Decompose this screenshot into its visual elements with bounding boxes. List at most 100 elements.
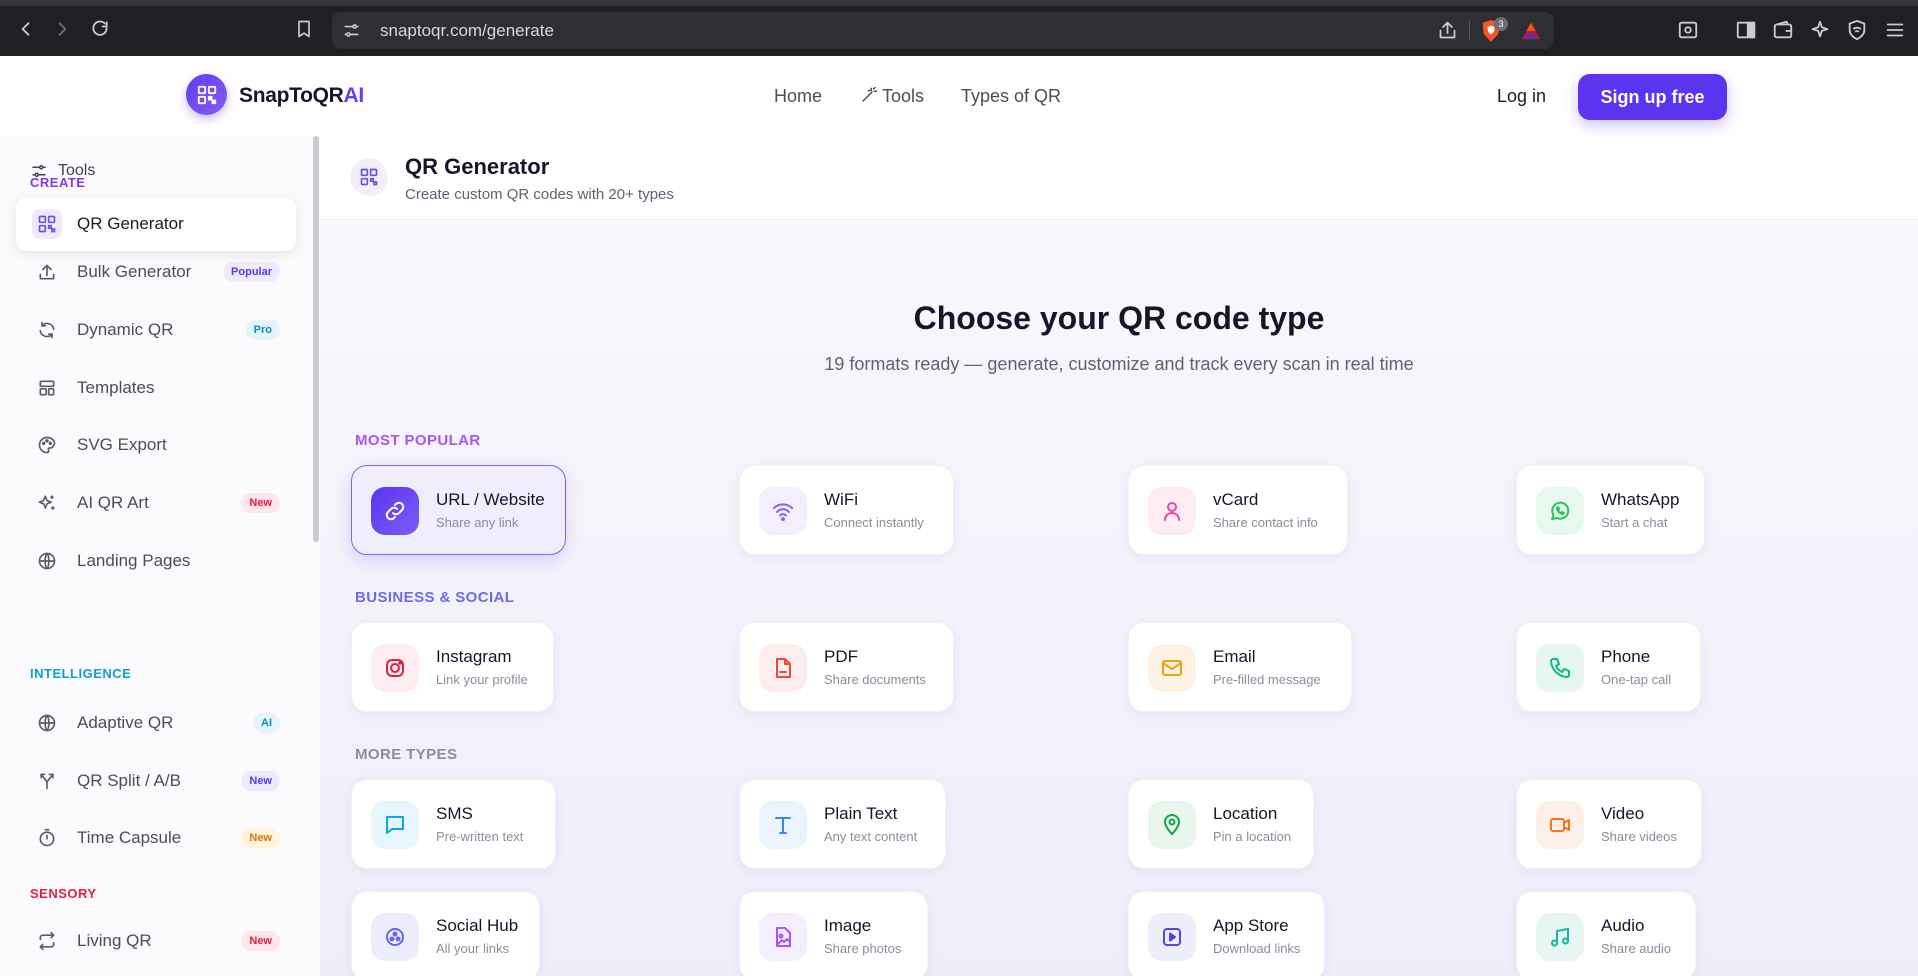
type-card-vcard[interactable]: vCard Share contact info [1128,465,1348,555]
sidebar-item-time-capsule[interactable]: Time Capsule New [16,811,296,865]
type-card-whatsapp[interactable]: WhatsApp Start a chat [1516,465,1705,555]
card-subtitle: Start a chat [1601,515,1668,530]
card-title: Location [1213,804,1278,823]
reload-button[interactable] [88,17,112,41]
card-title: App Store [1213,916,1289,935]
page-subtitle: Create custom QR codes with 20+ types [405,186,674,203]
hero-subtitle: 19 formats ready — generate, customize a… [824,354,1414,374]
refresh-icon [32,315,62,345]
type-card-email[interactable]: Email Pre-filled message [1128,622,1352,712]
vpn-icon[interactable] [1846,19,1868,41]
whatsapp-icon [1536,487,1584,535]
sidebar-item-bulk-generator[interactable]: Bulk Generator Popular [16,245,296,299]
card-title: Video [1601,804,1645,823]
sidebar-item-dynamic-qr[interactable]: Dynamic QR Pro [16,303,296,357]
sidebar: Tools CREATE QR Generator Bulk Generator… [0,136,320,976]
nav-tools-link[interactable]: Tools [860,86,924,107]
sidebar-item-label: QR Split / A/B [77,771,181,790]
pro-badge: Pro [245,320,280,340]
type-card-url[interactable]: URL / Website Share any link [351,465,566,555]
card-title: WiFi [824,490,858,509]
sidebar-item-living-qr[interactable]: Living QR New [16,914,296,968]
card-subtitle: Download links [1213,941,1301,956]
split-icon [32,766,62,796]
card-subtitle: All your links [436,941,509,956]
section-intelligence: INTELLIGENCE [30,666,132,681]
brand-suffix: AI [343,84,365,107]
sidebar-toggle-icon[interactable] [1735,19,1757,41]
type-card-pdf[interactable]: PDF Share documents [739,622,954,712]
screenshot-icon[interactable] [1677,19,1699,41]
leo-ai-icon[interactable] [1809,19,1831,41]
sidebar-item-label: AI QR Art [77,493,149,512]
type-card-video[interactable]: Video Share videos [1516,779,1702,869]
mail-icon [1148,644,1196,692]
upload-icon [32,257,62,287]
section-create: CREATE [30,175,86,190]
type-card-sms[interactable]: SMS Pre-written text [351,779,556,869]
section-sensory: SENSORY [30,886,97,901]
wallet-icon[interactable] [1772,19,1794,41]
sidebar-item-label: Time Capsule [77,828,182,847]
share-icon[interactable] [1437,20,1458,41]
card-title: vCard [1213,490,1259,509]
wifi-icon [759,487,807,535]
back-button[interactable] [14,17,38,41]
sidebar-item-adaptive-qr[interactable]: Adaptive QR AI [16,696,296,750]
type-card-wifi[interactable]: WiFi Connect instantly [739,465,954,555]
sidebar-item-label: SVG Export [77,435,167,454]
type-card-instagram[interactable]: Instagram Link your profile [351,622,554,712]
bookmark-button[interactable] [292,17,316,41]
card-subtitle: Share videos [1601,829,1677,844]
logo[interactable] [186,74,227,115]
sidebar-item-landing-pages[interactable]: Landing Pages [16,534,296,588]
card-title: Audio [1601,916,1645,935]
text-icon [759,801,807,849]
type-card-social-hub[interactable]: Social Hub All your links [351,891,540,976]
menu-icon[interactable] [1884,19,1906,41]
sidebar-item-svg-export[interactable]: SVG Export [16,418,296,472]
signup-button[interactable]: Sign up free [1578,74,1727,120]
type-card-audio[interactable]: Audio Share audio [1516,891,1696,976]
sidebar-item-qr-generator[interactable]: QR Generator [16,197,296,251]
type-card-plain-text[interactable]: Plain Text Any text content [739,779,946,869]
type-card-image[interactable]: Image Share photos [739,891,928,976]
site-header: SnapToQRAI Home Tools Types of QR Log in… [0,56,1918,136]
site-settings-icon[interactable] [342,21,361,40]
type-card-location[interactable]: Location Pin a location [1128,779,1314,869]
card-title: URL / Website [436,490,545,509]
sidebar-item-qr-split[interactable]: QR Split / A/B New [16,754,296,808]
type-card-phone[interactable]: Phone One-tap call [1516,622,1701,712]
brave-rewards-icon[interactable] [1520,20,1542,42]
sidebar-item-ai-qr-art[interactable]: AI QR Art New [16,476,296,530]
sidebar-item-label: Bulk Generator [77,262,192,281]
nav-types-link[interactable]: Types of QR [961,86,1061,107]
popular-badge: Popular [223,262,280,282]
pdf-icon [759,644,807,692]
address-bar[interactable]: snaptoqr.com/generate 3 [332,12,1554,49]
card-title: SMS [436,804,473,823]
bookmark-icon [298,20,310,38]
new-badge: New [241,493,280,513]
new-badge: New [241,828,280,848]
brand-name[interactable]: SnapToQRAI [239,84,364,108]
card-title: Plain Text [824,804,898,823]
hub-icon [371,913,419,961]
sidebar-item-templates[interactable]: Templates [16,361,296,415]
url-text[interactable]: snaptoqr.com/generate [380,21,554,41]
sidebar-item-label: Templates [77,378,155,397]
forward-button[interactable] [50,17,74,41]
magic-wand-icon [862,86,878,102]
link-icon [371,487,419,535]
card-title: PDF [824,647,858,666]
new-badge: New [241,771,280,791]
card-subtitle: One-tap call [1601,672,1672,687]
sidebar-scrollbar[interactable] [313,136,319,542]
login-link[interactable]: Log in [1497,86,1546,107]
type-card-app-store[interactable]: App Store Download links [1128,891,1325,976]
sidebar-item-label: QR Generator [77,214,184,233]
qr-icon [350,158,388,196]
ai-badge: AI [253,713,280,733]
nav-home-link[interactable]: Home [774,86,822,107]
timer-icon [32,823,62,853]
